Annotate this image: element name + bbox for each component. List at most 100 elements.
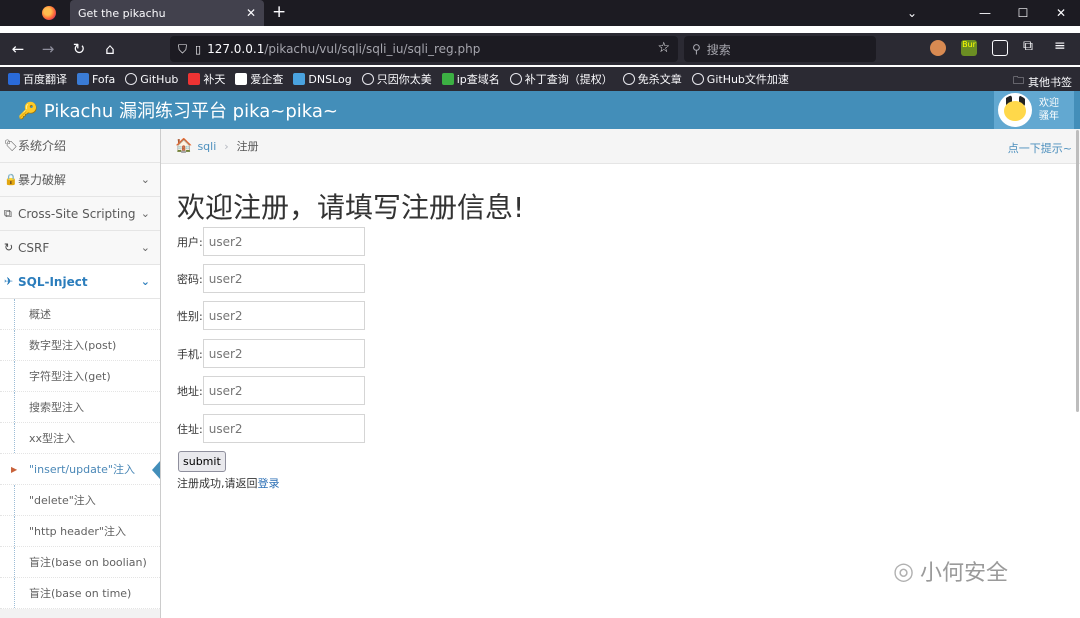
app-title[interactable]: 🔑 Pikachu 漏洞练习平台 pika~pika~ (18, 97, 338, 123)
url-bar[interactable]: ⛉ ▯ 127.0.0.1/pikachu/vul/sqli/sqli_iu/s… (170, 36, 678, 62)
submenu-item-blind-boolean[interactable]: 盲注(base on boolian) (0, 547, 160, 578)
bookmark-label: DNSLog (308, 72, 352, 86)
sex-input[interactable] (202, 301, 365, 330)
bookmark-item[interactable]: GitHub文件加速 (691, 71, 789, 87)
fighter-jet-icon: ✈ (4, 275, 14, 288)
page-scrollbar[interactable] (1076, 130, 1079, 412)
bookmark-item[interactable]: ip查域名 (441, 71, 500, 87)
bookmark-label: 补天 (203, 73, 226, 86)
hint-link[interactable]: 点一下提示~ (1008, 140, 1072, 156)
breadcrumb-link-sqli[interactable]: sqli (197, 140, 216, 153)
page-title: 欢迎注册，请填写注册信息! (177, 191, 525, 224)
submenu-label: "insert/update"注入 (29, 463, 135, 476)
submenu-item-numeric-post[interactable]: 数字型注入(post) (0, 330, 160, 361)
submenu-guide-line (14, 330, 15, 360)
sidebar-item-sql-inject[interactable]: ✈ SQL-Inject ⌄ (0, 265, 160, 299)
field-label: 手机: (177, 347, 203, 361)
breadcrumb: 🏠 sqli › 注册 点一下提示~ (161, 129, 1080, 164)
other-bookmarks[interactable]: 🗀 其他书签 (1013, 72, 1072, 91)
submit-button[interactable]: submit (178, 451, 226, 472)
submenu-guide-line (14, 516, 15, 546)
sidebar-item-system-intro[interactable]: 🏷 系统介绍 (0, 129, 160, 163)
bookmark-label: 补丁查询（提权） (524, 73, 613, 86)
user-menu[interactable]: 欢迎 骚年 (994, 91, 1074, 129)
sidebar-item-csrf[interactable]: ↻ CSRF ⌄ (0, 231, 160, 265)
new-tab-button[interactable]: + (272, 3, 286, 21)
bookmark-item[interactable]: 百度翻译 (8, 71, 67, 87)
tab-list-chevron-icon[interactable]: ⌄ (898, 0, 926, 26)
form-row-address: 地址: (177, 376, 365, 405)
submenu-label: 盲注(base on time) (29, 587, 132, 600)
bookmark-label: ip查域名 (456, 73, 500, 86)
submenu-label: 搜索型注入 (29, 401, 84, 414)
bookmark-item[interactable]: 爱企查 (235, 71, 283, 87)
bookmark-star-icon[interactable]: ☆ (657, 40, 670, 56)
submenu-item-delete[interactable]: "delete"注入 (0, 485, 160, 516)
chevron-down-icon: ⌄ (140, 241, 150, 254)
shield-icon[interactable]: ⛉ (178, 42, 187, 57)
phone-input[interactable] (202, 339, 365, 368)
bookmark-item[interactable]: Fofa (77, 73, 115, 86)
menu-hamburger-icon[interactable]: ≡ (1054, 38, 1070, 54)
browser-tab[interactable]: Get the pikachu ✕ (70, 0, 264, 26)
extensions-puzzle-icon[interactable]: ⧉ (1023, 38, 1039, 54)
bookmark-item[interactable]: 补天 (188, 71, 225, 87)
form-row-phone: 手机: (177, 339, 365, 368)
profile-extension-icon[interactable] (930, 40, 946, 56)
form-row-residence: 住址: (177, 414, 365, 443)
globe-icon (361, 73, 374, 85)
home-icon[interactable]: ⌂ (99, 40, 121, 58)
firefox-icon[interactable] (42, 6, 56, 20)
submenu-item-overview[interactable]: 概述 (0, 299, 160, 330)
watermark-text: 小何安全 (919, 561, 1008, 586)
bookmark-item[interactable]: 只因你太美 (361, 71, 432, 87)
sidebar-item-brute-force[interactable]: 🔒 暴力破解 ⌄ (0, 163, 160, 197)
login-link[interactable]: 登录 (258, 477, 280, 490)
submenu-item-insert-update[interactable]: ▶ "insert/update"注入 (0, 454, 160, 485)
bookmark-label: 爱企查 (250, 73, 284, 86)
sitemap-icon: ⧉ (4, 206, 12, 220)
forward-arrow-icon[interactable]: → (37, 40, 59, 58)
reader-extension-icon[interactable] (992, 40, 1008, 56)
search-placeholder: 搜索 (706, 42, 731, 57)
field-label: 地址: (177, 384, 203, 398)
sidebar-item-xss[interactable]: ⧉ Cross-Site Scripting ⌄ (0, 197, 160, 231)
bookmark-item[interactable]: 免杀文章 (622, 71, 682, 87)
bookmark-item[interactable]: GitHub (125, 73, 178, 86)
submenu-item-blind-time[interactable]: 盲注(base on time) (0, 578, 160, 609)
sidebar-item-label: CSRF (18, 240, 50, 255)
submenu-label: xx型注入 (29, 432, 76, 445)
browser-tab-bar: Get the pikachu ✕ + ⌄ — ☐ ✕ (0, 0, 1080, 26)
password-input[interactable] (202, 264, 365, 293)
close-window-button[interactable]: ✕ (1047, 0, 1075, 26)
globe-icon (691, 73, 704, 85)
minimize-button[interactable]: — (971, 0, 999, 26)
tab-close-icon[interactable]: ✕ (246, 6, 256, 20)
address-input[interactable] (202, 376, 365, 405)
field-label: 性别: (177, 309, 203, 323)
user-greeting-line2: 骚年 (1039, 111, 1059, 122)
watermark: ◎ 小何安全 (893, 555, 1008, 587)
bookmark-item[interactable]: DNSLog (293, 72, 352, 86)
reload-icon[interactable]: ↻ (68, 40, 90, 58)
home-icon[interactable]: 🏠 (175, 138, 192, 154)
residence-input[interactable] (202, 414, 365, 443)
burp-extension-icon[interactable]: Bur (961, 40, 977, 56)
submenu-item-search[interactable]: 搜索型注入 (0, 392, 160, 423)
sidebar-item-label: 系统介绍 (18, 139, 67, 153)
maximize-button[interactable]: ☐ (1009, 0, 1037, 26)
submenu-item-string-get[interactable]: 字符型注入(get) (0, 361, 160, 392)
bookmark-item[interactable]: 补丁查询（提权） (509, 71, 613, 87)
sidebar: 🏷 系统介绍 🔒 暴力破解 ⌄ ⧉ Cross-Site Scripting ⌄… (0, 129, 161, 618)
github-icon (125, 73, 138, 85)
github-icon (622, 73, 635, 85)
search-box[interactable]: ⚲ 搜索 (684, 36, 876, 62)
bookmark-label: GitHub文件加速 (706, 73, 789, 86)
submenu-item-http-header[interactable]: "http header"注入 (0, 516, 160, 547)
form-row-password: 密码: (177, 264, 365, 293)
tab-title: Get the pikachu (78, 6, 166, 20)
back-arrow-icon[interactable]: ← (7, 40, 29, 58)
field-label: 用户: (177, 235, 203, 249)
username-input[interactable] (202, 227, 365, 256)
submenu-item-xx[interactable]: xx型注入 (0, 423, 160, 454)
